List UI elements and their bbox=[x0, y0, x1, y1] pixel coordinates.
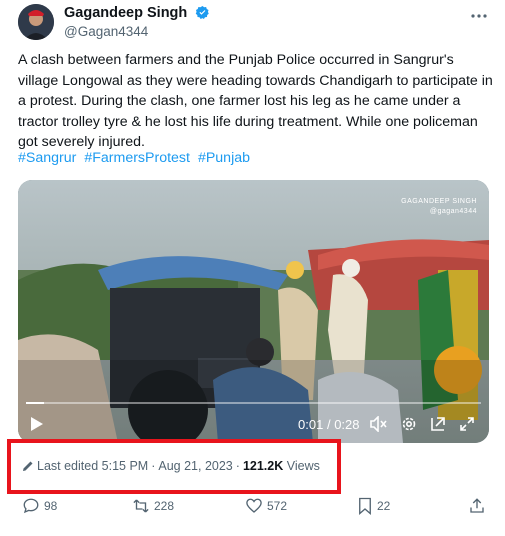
watermark-name: GAGANDEEP SINGH bbox=[401, 198, 477, 205]
more-options-icon[interactable] bbox=[469, 6, 489, 26]
views-count: 121.2K bbox=[242, 459, 284, 473]
video-player[interactable]: GAGANDEEP SINGH @gagan4344 0:01 / 0:28 bbox=[18, 180, 489, 443]
bookmark-icon bbox=[359, 497, 371, 515]
tweet-text: A clash between farmers and the Punjab P… bbox=[18, 52, 493, 150]
video-time: 0:01 / 0:28 bbox=[298, 417, 360, 432]
hashtag-link[interactable]: #FarmersProtest bbox=[84, 150, 190, 166]
repost-count: 228 bbox=[154, 499, 175, 513]
reply-icon bbox=[23, 498, 39, 514]
meta-separator: · bbox=[235, 459, 240, 473]
duration: 0:28 bbox=[334, 417, 360, 432]
time-separator: / bbox=[326, 417, 331, 432]
fullscreen-icon[interactable] bbox=[459, 416, 475, 437]
author-handle[interactable]: @Gagan4344 bbox=[64, 24, 210, 39]
tweet-time[interactable]: 5:15 PM bbox=[102, 459, 149, 473]
share-icon bbox=[470, 498, 484, 513]
heart-icon bbox=[246, 498, 262, 513]
like-button[interactable]: 572 bbox=[245, 497, 287, 515]
avatar[interactable] bbox=[18, 4, 54, 40]
bookmark-count: 22 bbox=[377, 499, 391, 513]
author-names: Gagandeep Singh @Gagan4344 bbox=[64, 4, 210, 39]
hashtag-list: #Sangrur #FarmersProtest #Punjab bbox=[18, 150, 254, 166]
tweet-card: Gagandeep Singh @Gagan4344 A clash betwe… bbox=[0, 0, 505, 536]
author-display-name[interactable]: Gagandeep Singh bbox=[64, 5, 187, 21]
tweet-header: Gagandeep Singh @Gagan4344 bbox=[14, 4, 495, 42]
edited-label[interactable]: Last edited bbox=[37, 459, 98, 473]
tweet-date[interactable]: Aug 21, 2023 bbox=[158, 459, 232, 473]
play-icon[interactable] bbox=[30, 416, 44, 437]
repost-button[interactable]: 228 bbox=[132, 497, 174, 515]
edit-pencil-icon bbox=[22, 460, 34, 475]
volume-muted-icon[interactable] bbox=[370, 415, 388, 437]
video-progress-bar[interactable] bbox=[26, 402, 481, 404]
verified-badge-icon bbox=[195, 5, 210, 20]
reply-button[interactable]: 98 bbox=[22, 497, 57, 515]
views-label: Views bbox=[286, 459, 320, 473]
video-watermark: GAGANDEEP SINGH @gagan4344 bbox=[401, 197, 477, 217]
share-button[interactable] bbox=[468, 497, 490, 515]
current-time: 0:01 bbox=[298, 417, 324, 432]
repost-icon bbox=[133, 499, 149, 513]
like-count: 572 bbox=[267, 499, 288, 513]
hashtag-link[interactable]: #Sangrur bbox=[18, 150, 76, 166]
video-progress-fill bbox=[26, 402, 45, 404]
video-controls: 0:01 / 0:28 bbox=[18, 412, 489, 436]
watermark-handle: @gagan4344 bbox=[429, 208, 477, 215]
picture-in-picture-icon[interactable] bbox=[430, 416, 446, 437]
hashtag-link[interactable]: #Punjab bbox=[198, 150, 250, 166]
tweet-actions: 98 228 572 22 bbox=[0, 497, 505, 521]
meta-separator: · bbox=[151, 459, 156, 473]
tweet-meta: Last edited 5:15 PM · Aug 21, 2023 · 121.2K … bbox=[22, 459, 320, 475]
bookmark-button[interactable]: 22 bbox=[357, 497, 390, 515]
reply-count: 98 bbox=[44, 499, 58, 513]
settings-gear-icon[interactable] bbox=[401, 416, 417, 437]
